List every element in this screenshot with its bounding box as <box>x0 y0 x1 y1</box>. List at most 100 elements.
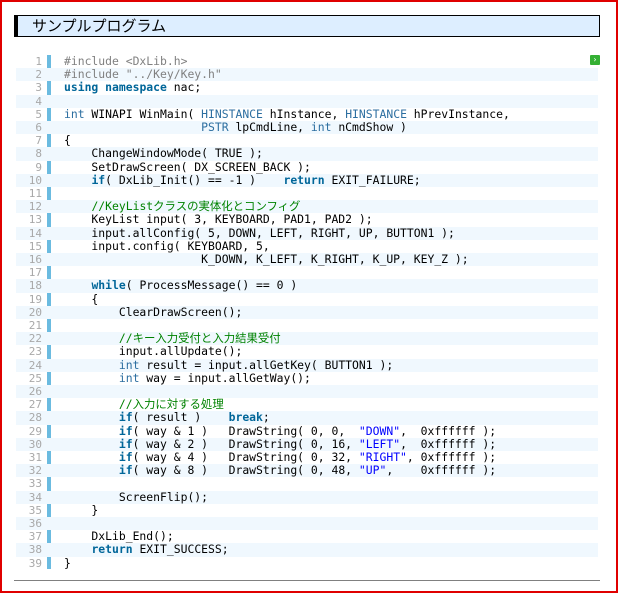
line-number: 3 <box>35 81 42 95</box>
line-number: 5 <box>35 107 42 121</box>
code-token: if <box>118 410 133 425</box>
code-token: namespace <box>105 80 167 95</box>
code-line: 15 input.config( KEYBOARD, 5, <box>16 238 598 253</box>
line-number: 20 <box>28 305 42 319</box>
line-number: 38 <box>28 543 42 557</box>
code-token: "LEFT" <box>358 436 401 451</box>
code-token: EXIT_SUCCESS; <box>132 542 229 557</box>
line-number: 32 <box>28 464 42 478</box>
code-token: result = input.allGetKey( BUTTON1 ); <box>139 357 394 372</box>
code-line: 16 K_DOWN, K_LEFT, K_RIGHT, K_UP, KEY_Z … <box>16 252 598 267</box>
code-text: K_DOWN, K_LEFT, K_RIGHT, K_UP, KEY_Z ); <box>64 252 468 266</box>
code-token: ( ProcessMessage() == 0 ) <box>125 278 298 293</box>
code-token: SetDrawScreen( DX_SCREEN_BACK ); <box>64 159 311 174</box>
bottom-divider <box>14 580 600 581</box>
code-token: way = input.allGetWay(); <box>139 370 311 385</box>
code-token: WINAPI WinMain( <box>84 106 202 121</box>
code-text: if( way & 8 ) DrawString( 0, 48, "UP", 0… <box>64 464 496 477</box>
line-number: 6 <box>35 121 42 134</box>
code-token: HINSTANCE <box>345 106 407 121</box>
code-token: hInstance, <box>262 106 346 121</box>
code-token: //入力に対する処理 <box>118 397 224 412</box>
code-line: 33 <box>16 477 598 490</box>
code-line: 17 <box>16 266 598 279</box>
code-token: "RIGHT" <box>358 450 407 464</box>
code-token: //KeyListクラスの実体化とコンフィグ <box>91 199 301 214</box>
line-number: 31 <box>28 451 42 464</box>
code-text: } <box>64 503 98 517</box>
code-token: nac; <box>166 80 202 95</box>
line-number: 22 <box>28 332 42 346</box>
line-number: 4 <box>35 94 42 108</box>
code-token: , 0xffffff ); <box>400 423 497 438</box>
code-line: 20 ClearDrawScreen(); <box>16 304 598 319</box>
line-number: 34 <box>28 490 42 504</box>
line-number: 26 <box>28 385 42 398</box>
code-line: 28 if( result ) break; <box>16 410 598 425</box>
code-line: 10 if( DxLib_Init() == -1 ) return EXIT_… <box>16 172 598 187</box>
line-number: 2 <box>35 68 42 82</box>
code-token: ClearDrawScreen(); <box>64 304 243 319</box>
line-number: 8 <box>35 147 42 161</box>
code-line: 25 int way = input.allGetWay(); <box>16 370 598 385</box>
code-line: 37 DxLib_End(); <box>16 529 598 544</box>
code-token: return <box>91 542 133 557</box>
code-token: KeyList input( 3, KEYBOARD, PAD1, PAD2 )… <box>64 212 373 227</box>
title-box: サンプルプログラム <box>14 15 600 37</box>
code-line: 32 if( way & 8 ) DrawString( 0, 48, "UP"… <box>16 464 598 478</box>
code-token: input.allUpdate(); <box>64 344 243 359</box>
code-line: 7{ <box>16 134 598 148</box>
line-number: 21 <box>28 319 42 332</box>
code-token: ChangeWindowMode( TRUE ); <box>64 146 263 161</box>
code-line: 35 } <box>16 503 598 517</box>
code-token: //キー入力受付と入力結果受付 <box>118 331 281 346</box>
code-line: 38 return EXIT_SUCCESS; <box>16 542 598 557</box>
line-number: 14 <box>28 226 42 240</box>
code-line: 24 int result = input.allGetKey( BUTTON1… <box>16 357 598 372</box>
line-number: 23 <box>28 345 42 359</box>
code-token: DxLib_End(); <box>64 529 174 544</box>
code-line: 18 while( ProcessMessage() == 0 ) <box>16 278 598 293</box>
code-token: HINSTANCE <box>201 106 263 121</box>
line-number: 11 <box>28 187 42 200</box>
code-token: input.config( KEYBOARD, 5, <box>64 238 270 253</box>
code-token: ; <box>262 410 270 425</box>
line-number: 13 <box>28 213 42 227</box>
code-token: ( way & 2 ) DrawString( 0, 16, <box>132 436 359 451</box>
code-token: nCmdShow ) <box>331 120 407 134</box>
line-number: 37 <box>28 530 42 544</box>
code-token: "UP" <box>358 463 387 478</box>
expand-icon[interactable]: › <box>590 55 600 65</box>
line-number: 24 <box>28 358 42 372</box>
code-token: int <box>310 120 332 134</box>
code-token: if <box>118 463 133 478</box>
code-token: ( way & 4 ) DrawString( 0, 32, <box>132 450 359 464</box>
code-token: using <box>64 80 99 95</box>
line-number: 12 <box>28 200 42 214</box>
code-token: if <box>91 172 106 187</box>
code-token: return <box>283 172 325 187</box>
code-token: } <box>64 555 71 570</box>
line-number: 25 <box>28 371 42 385</box>
code-token: PSTR <box>201 120 229 134</box>
line-number: 30 <box>28 437 42 451</box>
code-token: if <box>118 436 133 451</box>
line-number: 19 <box>28 292 42 306</box>
code-line: 13 KeyList input( 3, KEYBOARD, PAD1, PAD… <box>16 212 598 227</box>
code-token: ( way & 1 ) DrawString( 0, 0, <box>132 423 359 438</box>
code-line: 27 //入力に対する処理 <box>16 397 598 412</box>
code-token: while <box>91 278 126 293</box>
code-line: 22 //キー入力受付と入力結果受付 <box>16 331 598 346</box>
code-text: int way = input.allGetWay(); <box>64 370 311 385</box>
code-line: 23 input.allUpdate(); <box>16 344 598 359</box>
line-number: 36 <box>28 517 42 530</box>
code-line: 39} <box>16 555 598 570</box>
line-number: 15 <box>28 239 42 253</box>
code-token: { <box>64 291 99 306</box>
code-token: EXIT_FAILURE; <box>324 172 421 187</box>
